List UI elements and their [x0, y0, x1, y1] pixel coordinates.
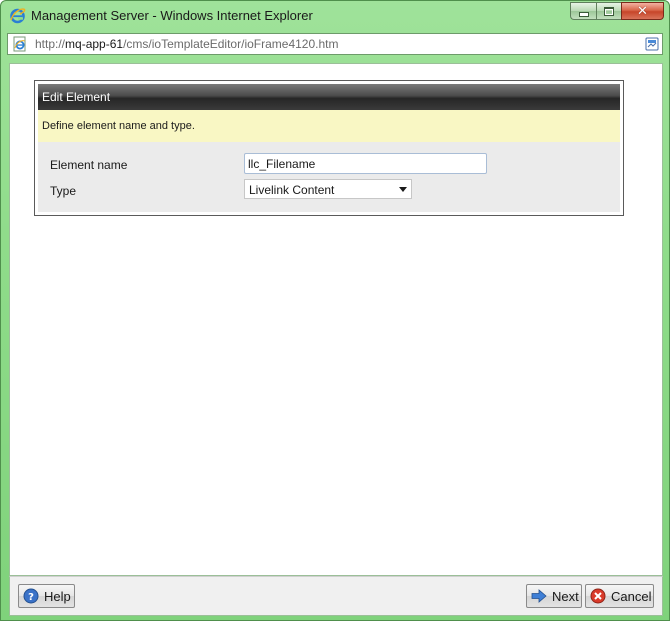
- element-name-label: Element name: [50, 158, 128, 172]
- panel-title: Edit Element: [42, 90, 111, 104]
- cancel-button[interactable]: Cancel: [585, 584, 654, 608]
- type-select[interactable]: Livelink Content: [244, 179, 412, 199]
- url-path: /cms/ioTemplateEditor/ioFrame4120.htm: [123, 37, 339, 51]
- svg-text:?: ?: [28, 592, 34, 603]
- panel-description: Define element name and type.: [38, 110, 620, 142]
- element-name-input[interactable]: [244, 153, 487, 174]
- next-button[interactable]: Next: [526, 584, 582, 608]
- page-content: Edit Element Define element name and typ…: [9, 63, 663, 576]
- next-button-label: Next: [552, 588, 579, 604]
- help-button-label: Help: [44, 588, 71, 604]
- dialog-footer: ? Help Next Cancel: [9, 576, 663, 616]
- address-bar[interactable]: http://mq-app-61/cms/ioTemplateEditor/io…: [7, 33, 663, 55]
- minimize-icon: [578, 11, 589, 17]
- help-icon: ?: [23, 588, 39, 604]
- ie-logo-icon: [10, 8, 26, 24]
- maximize-button[interactable]: [596, 2, 621, 20]
- type-select-value: Livelink Content: [249, 183, 335, 197]
- panel-body: Edit Element Define element name and typ…: [38, 84, 620, 212]
- minimize-button[interactable]: [570, 2, 596, 20]
- chevron-down-icon: [399, 187, 407, 192]
- maximize-icon: [604, 6, 614, 16]
- cancel-button-label: Cancel: [611, 588, 652, 604]
- help-button[interactable]: ? Help: [18, 584, 75, 608]
- close-icon: ✕: [637, 3, 648, 19]
- title-bar[interactable]: Management Server - Windows Internet Exp…: [1, 1, 669, 31]
- address-url: http://mq-app-61/cms/ioTemplateEditor/io…: [35, 37, 338, 51]
- url-host: mq-app-61: [65, 37, 124, 51]
- panel-header: Edit Element: [38, 84, 620, 110]
- compatibility-view-icon[interactable]: [645, 37, 659, 51]
- url-prefix: http://: [35, 37, 66, 51]
- window-title: Management Server - Windows Internet Exp…: [31, 8, 313, 23]
- close-button[interactable]: ✕: [621, 2, 664, 20]
- cancel-icon: [590, 588, 606, 604]
- type-label: Type: [50, 184, 77, 198]
- next-arrow-icon: [531, 589, 547, 603]
- edit-element-panel: Edit Element Define element name and typ…: [34, 80, 624, 216]
- ie-page-icon: [13, 36, 26, 52]
- window-controls: ✕: [570, 2, 664, 21]
- browser-window: Management Server - Windows Internet Exp…: [0, 0, 670, 621]
- description-text: Define element name and type.: [42, 120, 195, 132]
